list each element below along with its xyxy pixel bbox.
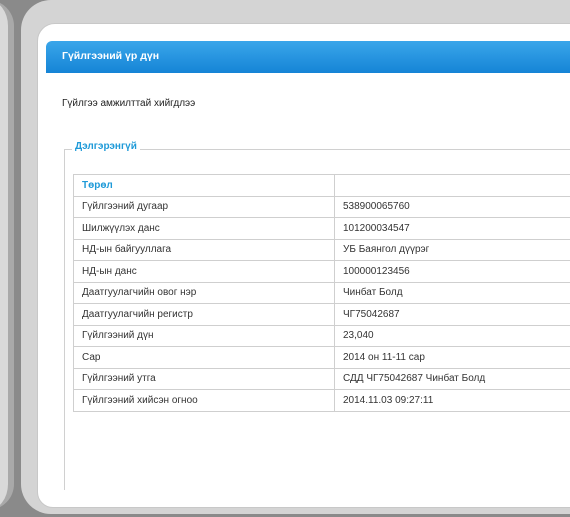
table-row: Гүйлгээний дугаар 538900065760	[73, 195, 570, 218]
left-frame	[0, 0, 14, 510]
row-label: Даатгуулагчийн регистр	[73, 303, 335, 326]
row-value: Чинбат Болд	[334, 281, 570, 304]
row-value: УБ Баянгол дүүрэг	[334, 238, 570, 261]
success-message: Гүйлгээ амжилттай хийгдлээ	[62, 98, 196, 109]
row-label: Гүйлгээний утга	[73, 367, 335, 390]
row-label: НД-ын байгууллага	[73, 238, 335, 261]
row-value: 23,040	[334, 324, 570, 347]
details-legend: Дэлгэрэнгүй	[72, 141, 140, 152]
details-table: Төрөл Гүйлгээний дугаар 538900065760 Шилж…	[73, 174, 570, 412]
row-value: 538900065760	[334, 195, 570, 218]
table-row: Даатгуулагчийн овог нэр Чинбат Болд	[73, 281, 570, 304]
table-row: Шилжүүлэх данс 101200034547	[73, 217, 570, 240]
table-header-row: Төрөл	[73, 174, 570, 197]
row-value: 100000123456	[334, 260, 570, 283]
table-row: Гүйлгээний утга СДД ЧГ75042687 Чинбат Бол…	[73, 367, 570, 390]
table-row: Гүйлгээний дүн 23,040	[73, 324, 570, 347]
column-header-empty	[334, 174, 570, 197]
header-bar: Гүйлгээний үр дүн	[46, 41, 570, 73]
result-panel: Гүйлгээний үр дүн Гүйлгээ амжилттай хийг…	[37, 23, 570, 508]
row-label: Шилжүүлэх данс	[73, 217, 335, 240]
row-label: Даатгуулагчийн овог нэр	[73, 281, 335, 304]
table-row: НД-ын байгууллага УБ Баянгол дүүрэг	[73, 238, 570, 261]
row-value: СДД ЧГ75042687 Чинбат Болд	[334, 367, 570, 390]
row-value: 2014 он 11-11 сар	[334, 346, 570, 369]
page-title: Гүйлгээний үр дүн	[62, 50, 160, 62]
table-row: Даатгуулагчийн регистр ЧГ75042687	[73, 303, 570, 326]
row-label: Гүйлгээний хийсэн огноо	[73, 389, 335, 412]
row-value: 2014.11.03 09:27:11	[334, 389, 570, 412]
row-label: НД-ын данс	[73, 260, 335, 283]
column-header: Төрөл	[73, 174, 335, 197]
row-label: Гүйлгээний дүн	[73, 324, 335, 347]
table-row: Сар 2014 он 11-11 сар	[73, 346, 570, 369]
main-frame: Гүйлгээний үр дүн Гүйлгээ амжилттай хийг…	[21, 0, 570, 514]
table-row: Гүйлгээний хийсэн огноо 2014.11.03 09:27:…	[73, 389, 570, 412]
table-row: НД-ын данс 100000123456	[73, 260, 570, 283]
row-label: Сар	[73, 346, 335, 369]
row-value: ЧГ75042687	[334, 303, 570, 326]
row-label: Гүйлгээний дугаар	[73, 195, 335, 218]
row-value: 101200034547	[334, 217, 570, 240]
